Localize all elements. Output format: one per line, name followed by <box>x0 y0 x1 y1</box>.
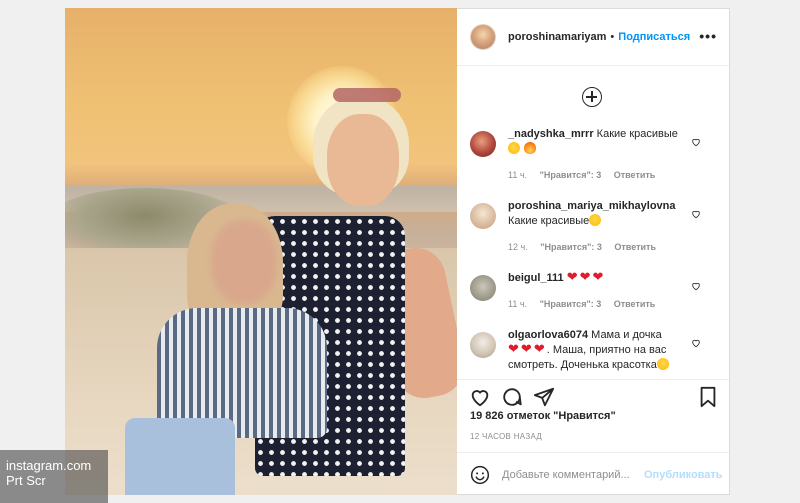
comment-meta: 12 ч. "Нравится": 3 Ответить <box>508 240 688 255</box>
publish-button[interactable]: Опубликовать <box>644 469 723 481</box>
comment-username[interactable]: olgaorlova6074 <box>508 329 588 341</box>
comment-avatar[interactable] <box>470 203 496 229</box>
heart-emoji-icon: ❤ <box>592 269 604 284</box>
comment-text: Мама и дочка <box>591 329 662 341</box>
comment-likes[interactable]: "Нравится": 3 <box>540 170 602 180</box>
comment-likes[interactable]: "Нравится": 3 <box>540 242 602 252</box>
share-paper-plane-icon[interactable] <box>533 386 555 408</box>
watermark-line-2: Prt Scr <box>6 473 46 488</box>
comment-meta: 11 ч. "Нравится": 3 Ответить <box>508 297 688 312</box>
star-struck-emoji-icon <box>656 358 669 370</box>
reply-button[interactable]: Ответить <box>614 170 656 180</box>
comment-input[interactable] <box>502 468 642 481</box>
comment-body: poroshina_mariya_mikhaylovna Какие краси… <box>508 199 688 271</box>
post-side-panel: poroshinamariyam • Подписаться ••• _nady… <box>457 8 730 495</box>
woman-face <box>327 114 399 206</box>
comment-text-line: _nadyshka_mrrr Какие красивые <box>508 127 688 142</box>
follow-button[interactable]: Подписаться <box>618 31 690 43</box>
author-username[interactable]: poroshinamariyam <box>508 31 606 43</box>
comment-like-heart-icon[interactable] <box>691 137 701 147</box>
comment-item: beigul_111 ❤ ❤ ❤ 11 ч. "Нравится": 3 Ответ… <box>457 269 729 328</box>
comment-age[interactable]: 12 ч. <box>508 242 528 252</box>
comment-like-heart-icon[interactable] <box>691 338 701 348</box>
separator-dot: • <box>610 31 615 43</box>
comment-item: poroshina_mariya_mikhaylovna Какие краси… <box>457 199 729 271</box>
comment-text-line: ❤ ❤ ❤. Маша, приятно на вас смотреть. Доче… <box>508 341 688 373</box>
comment-text-line: Какие красивые <box>508 214 688 229</box>
ellipsis-icon[interactable]: ••• <box>699 29 717 43</box>
comment-list: _nadyshka_mrrr Какие красивые 11 ч. "Нра… <box>457 127 729 379</box>
comment-composer: Опубликовать <box>457 452 729 496</box>
post-photo[interactable] <box>65 8 457 495</box>
comment-likes[interactable]: "Нравится": 3 <box>540 299 602 309</box>
comment-username[interactable]: beigul_111 <box>508 272 564 284</box>
post-header: poroshinamariyam • Подписаться ••• <box>457 9 729 66</box>
likes-count[interactable]: 19 826 отметок "Нравится" <box>470 410 616 422</box>
heart-emoji-icon: ❤ <box>508 341 519 356</box>
comment-bubble-icon[interactable] <box>501 386 523 408</box>
fire-emoji-icon <box>524 142 537 154</box>
comment-body: beigul_111 ❤ ❤ ❤ 11 ч. "Нравится": 3 Ответ… <box>508 269 688 328</box>
comment-text: Какие красивые <box>508 215 590 227</box>
comment-text-line: poroshina_mariya_mikhaylovna <box>508 199 688 214</box>
girl-denim-skirt <box>125 418 235 495</box>
comment-emojis <box>508 142 688 157</box>
reply-button[interactable]: Ответить <box>614 242 656 252</box>
comment-body: olgaorlova6074 Мама и дочка ❤ ❤ ❤. Маша, п… <box>508 328 688 379</box>
star-struck-emoji-icon <box>589 214 602 226</box>
comment-like-heart-icon[interactable] <box>691 281 701 291</box>
heart-emoji-icon: ❤ <box>533 341 545 356</box>
emoji-smile-icon[interactable] <box>470 465 490 485</box>
comment-age[interactable]: 11 ч. <box>508 299 527 309</box>
plus-circle-icon[interactable] <box>582 87 602 107</box>
comment-username[interactable]: poroshina_mariya_mikhaylovna <box>508 200 676 212</box>
heart-emoji-icon: ❤ <box>566 269 578 284</box>
star-struck-emoji-icon <box>508 142 520 154</box>
heart-emoji-icon: ❤ <box>579 269 591 284</box>
reply-button[interactable]: Ответить <box>614 299 656 309</box>
sunglasses-on-head <box>333 88 401 102</box>
comment-item: olgaorlova6074 Мама и дочка ❤ ❤ ❤. Маша, п… <box>457 328 729 379</box>
post-action-bar <box>457 379 729 409</box>
comment-avatar[interactable] <box>470 131 496 157</box>
comment-body: _nadyshka_mrrr Какие красивые 11 ч. "Нра… <box>508 127 688 199</box>
author-avatar[interactable] <box>470 24 496 50</box>
comment-text-line: beigul_111 ❤ ❤ ❤ <box>508 269 688 286</box>
watermark-line-1: instagram.com <box>6 458 92 473</box>
comment-age[interactable]: 11 ч. <box>508 170 527 180</box>
heart-emoji-icon: ❤ <box>520 341 532 356</box>
comment-avatar[interactable] <box>470 275 496 301</box>
comment-meta: 11 ч. "Нравится": 3 Ответить <box>508 168 688 183</box>
comment-username[interactable]: _nadyshka_mrrr <box>508 128 594 140</box>
comment-text: Какие красивые <box>596 128 678 140</box>
post-timestamp[interactable]: 12 ЧАСОВ НАЗАД <box>470 432 542 441</box>
comment-avatar[interactable] <box>470 332 496 358</box>
watermark-text: instagram.com Prt Scr <box>6 458 91 488</box>
girl-face-blurred <box>211 220 277 304</box>
like-heart-icon[interactable] <box>469 386 491 408</box>
comment-like-heart-icon[interactable] <box>691 209 701 219</box>
instagram-post-viewer: instagram.com Prt Scr poroshinamariyam •… <box>0 0 800 503</box>
comment-item: _nadyshka_mrrr Какие красивые 11 ч. "Нра… <box>457 127 729 199</box>
save-bookmark-icon[interactable] <box>697 386 719 408</box>
